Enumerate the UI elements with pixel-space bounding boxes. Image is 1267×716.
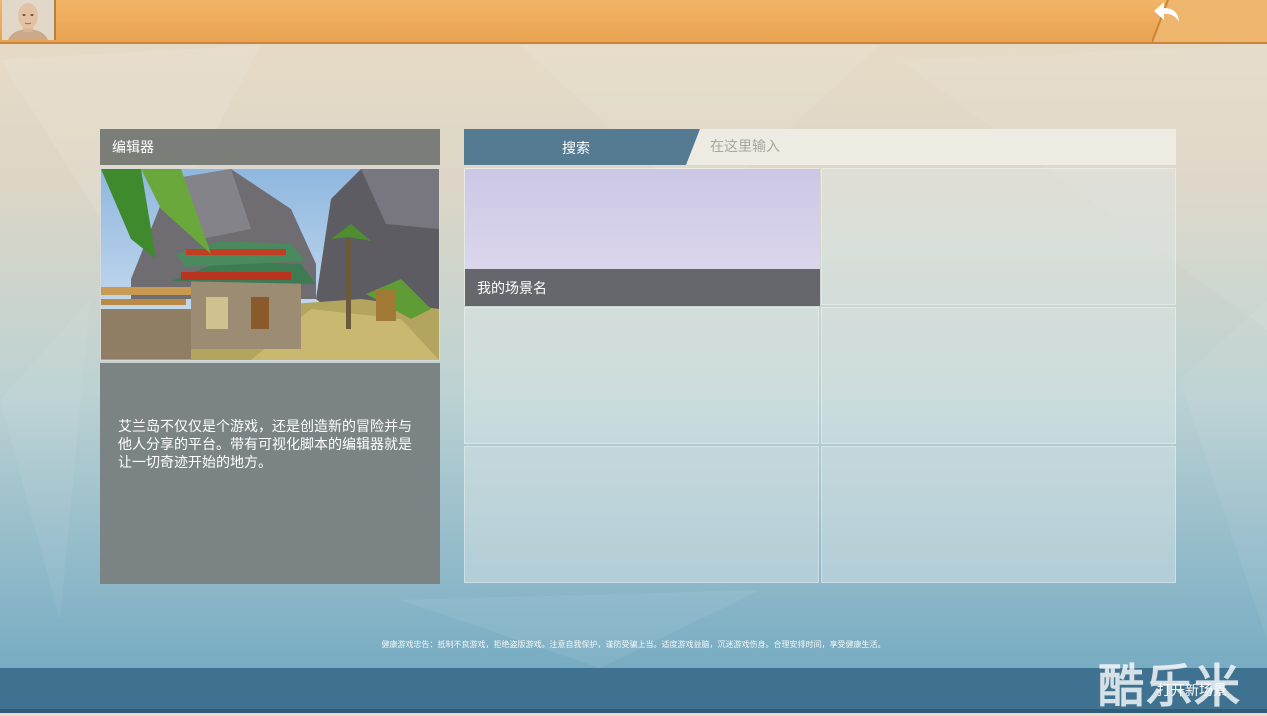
empty-scene-slot — [464, 307, 819, 444]
bottom-bar: 打开新场景 — [0, 668, 1267, 713]
empty-scene-slot — [464, 446, 819, 583]
search-input[interactable] — [686, 129, 1176, 165]
empty-scene-slot — [821, 446, 1176, 583]
empty-scene-slot — [821, 168, 1176, 305]
editor-title: 编辑器 — [100, 129, 440, 165]
empty-scene-slot — [821, 307, 1176, 444]
editor-preview-image — [100, 168, 440, 361]
bottom-bar-edge — [0, 709, 1267, 713]
top-bar — [0, 0, 1267, 44]
scene-grid: 我的场景名 — [464, 168, 1176, 584]
editor-panel: 编辑器 艾兰岛不仅仅是个游戏，还是创造新的冒险并与他人分享的平台。带有可视化脚本… — [100, 129, 440, 584]
health-notice: 健康游戏忠告：抵制不良游戏，拒绝盗版游戏。注意自我保护，谨防受骗上当。适度游戏益… — [381, 640, 886, 649]
editor-description: 艾兰岛不仅仅是个游戏，还是创造新的冒险并与他人分享的平台。带有可视化脚本的编辑器… — [100, 363, 440, 584]
search-button[interactable]: 搜索 — [464, 129, 700, 165]
scene-thumbnail — [465, 169, 820, 269]
watermark: 酷乐米 — [1098, 659, 1242, 713]
search-label: 搜索 — [562, 141, 590, 157]
scene-card[interactable]: 我的场景名 — [464, 168, 820, 306]
back-arrow-icon[interactable] — [1152, 0, 1182, 26]
search-bar: 搜索 — [464, 129, 1176, 165]
scene-name: 我的场景名 — [465, 269, 820, 306]
back-tab[interactable] — [1152, 0, 1267, 42]
avatar-icon[interactable] — [2, 0, 56, 40]
